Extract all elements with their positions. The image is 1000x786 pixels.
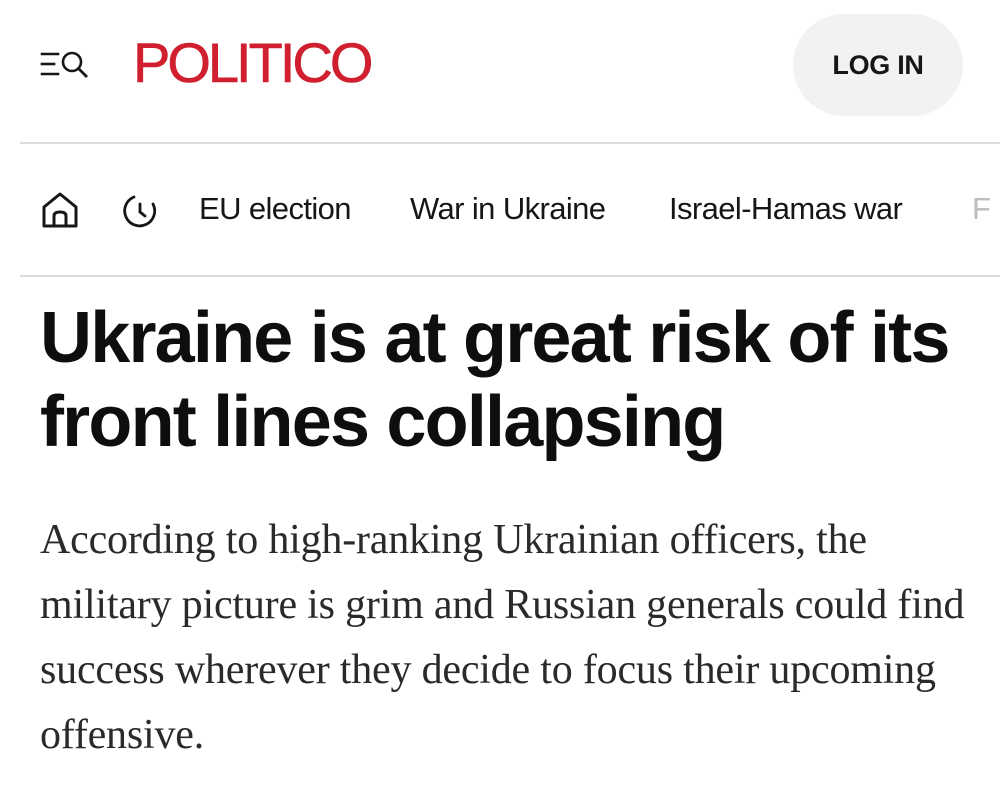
section-nav: EU election War in Ukraine Israel-Hamas … — [0, 144, 1000, 275]
menu-search-icon[interactable] — [40, 48, 92, 82]
nav-link-overflow[interactable]: F — [972, 189, 991, 229]
home-icon[interactable] — [40, 190, 80, 235]
article-dek: According to high-ranking Ukrainian offi… — [40, 517, 965, 758]
site-logo[interactable]: POLITICO — [133, 31, 374, 95]
nav-link-war-in-ukraine[interactable]: War in Ukraine — [410, 189, 606, 229]
login-button[interactable]: LOG IN — [793, 14, 963, 116]
clock-icon[interactable] — [120, 191, 160, 236]
nav-link-eu-election[interactable]: EU election — [199, 189, 352, 229]
nav-divider — [20, 275, 1000, 277]
article-headline[interactable]: Ukraine is at great risk of its front li… — [40, 296, 980, 464]
site-header: POLITICO LOG IN — [0, 0, 1000, 140]
nav-link-israel-hamas-war[interactable]: Israel-Hamas war — [669, 189, 903, 229]
